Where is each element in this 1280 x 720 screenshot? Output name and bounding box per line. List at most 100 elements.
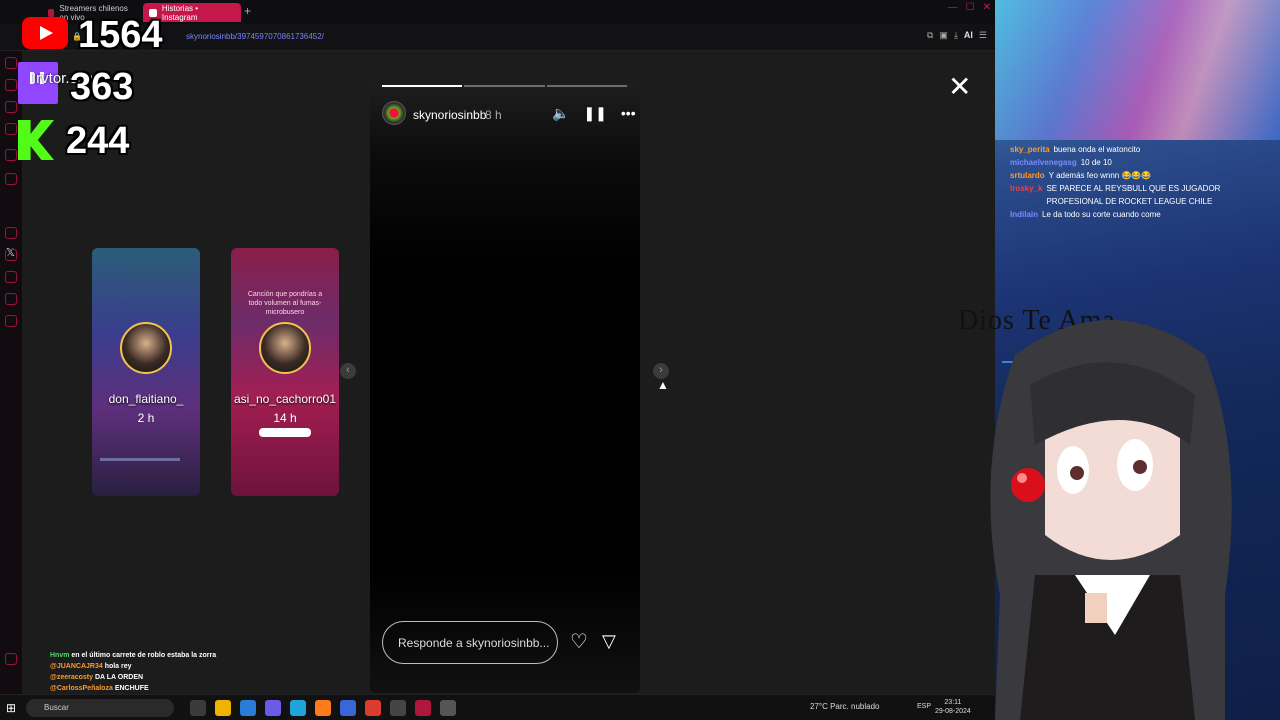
- story-progress-segment: [382, 85, 463, 87]
- sidebar-app-icon[interactable]: [5, 271, 17, 283]
- story-progress-segment: [546, 85, 627, 87]
- maximize-icon[interactable]: ☐: [966, 2, 975, 13]
- chat-username: @JUANCAJR34: [50, 663, 103, 670]
- chat-text: 10 de 10: [1080, 158, 1112, 167]
- url-text[interactable]: skynoriosinbb/3974597070861736452/: [186, 32, 324, 41]
- story-card-time: 2 h: [137, 411, 155, 425]
- volume-icon[interactable]: 🔈: [552, 105, 569, 122]
- chat-username: @zeeracosty: [50, 674, 94, 681]
- youtube-viewer-count: 1564: [78, 14, 163, 56]
- chat-username: Hnvm: [50, 652, 70, 659]
- avatar: [120, 322, 172, 374]
- pause-icon[interactable]: ❚❚: [583, 105, 606, 122]
- more-options-icon[interactable]: •••: [621, 105, 636, 122]
- word-icon[interactable]: [340, 700, 356, 716]
- chat-message: @CarlossPeñaloza ENCHUFE: [50, 683, 280, 694]
- sidebar-settings-icon[interactable]: [5, 653, 17, 665]
- story-card-sticker: [259, 428, 311, 437]
- ai-button[interactable]: AI: [964, 30, 973, 41]
- kick-icon: [18, 120, 54, 160]
- chat-message: @JUANCAJR34 hola rey: [50, 661, 280, 672]
- new-tab-button[interactable]: +: [244, 4, 251, 18]
- app-icon[interactable]: [440, 700, 456, 716]
- chat-username: sky_perita: [1010, 145, 1050, 154]
- story-controls: 🔈 ❚❚ •••: [552, 105, 636, 122]
- chat-username: Indilain: [1010, 210, 1038, 219]
- chat-username: michaelvenegasg: [1010, 158, 1077, 167]
- active-story[interactable]: skynoriosinbb 8 h 🔈 ❚❚ ••• Responde a sk…: [370, 83, 640, 693]
- taskbar-search[interactable]: Buscar: [26, 699, 174, 717]
- story-avatar[interactable]: [382, 101, 406, 125]
- clock-time: 23:11: [944, 699, 962, 706]
- sidebar-app-icon[interactable]: [5, 293, 17, 305]
- clock[interactable]: 23:11 29-08-2024: [935, 698, 971, 716]
- taskbar-apps: [190, 700, 456, 716]
- chat-message: @zeeracosty DA LA ORDEN: [50, 672, 280, 683]
- story-card-time: 14 h: [273, 411, 297, 425]
- chat-username: @CarlossPeñaloza: [50, 685, 113, 692]
- taskbar: ⊞ Buscar 27°C Parc. nublado ESP 23:11 29…: [0, 694, 995, 720]
- sidebar-app-icon[interactable]: [5, 249, 17, 261]
- youtube-icon: [22, 17, 68, 49]
- chat-username: srtulardo: [1010, 171, 1045, 180]
- chat-text: buena onda el watoncito: [1053, 145, 1141, 154]
- firefox-icon[interactable]: [315, 700, 331, 716]
- reply-input[interactable]: Responde a skynoriosinbb...: [382, 621, 558, 664]
- kick-viewer-count: 244: [66, 120, 130, 162]
- stream-chat: sky_perita buena onda el watoncito michael…: [1010, 143, 1275, 221]
- chat-text: en el último carrete de roblo estaba la …: [71, 652, 217, 659]
- chat-message: Hnvm en el último carrete de roblo estab…: [50, 650, 280, 661]
- task-view-icon[interactable]: [190, 700, 206, 716]
- story-card[interactable]: don_flaitiano_ 2 h: [92, 248, 200, 496]
- viewer-counters: 1564 Irvtor.com 363 244: [0, 0, 200, 170]
- obs-icon[interactable]: [390, 700, 406, 716]
- next-story-button[interactable]: ›: [653, 363, 669, 379]
- send-icon[interactable]: ▽: [602, 631, 616, 652]
- minimize-icon[interactable]: —: [948, 2, 958, 13]
- chat-message: Indilain Le da todo su corte cuando come: [1010, 208, 1275, 221]
- windows-start-icon[interactable]: ⊞: [6, 701, 16, 715]
- twitch-viewer-count: 363: [70, 66, 134, 108]
- vtuber-avatar: [990, 320, 1232, 720]
- story-username[interactable]: skynoriosinbb: [413, 108, 486, 122]
- opera-gx-icon[interactable]: [415, 700, 431, 716]
- avatar: [259, 322, 311, 374]
- chat-text: Y además feo wnnn 😂😂😂: [1048, 171, 1152, 180]
- story-card-caption: Canción que pondrías a todo volumen al f…: [247, 291, 323, 316]
- story-card-caption-strip: [100, 458, 180, 461]
- weather-widget[interactable]: 27°C Parc. nublado: [810, 702, 879, 711]
- browser-toolbar: ⧉ ▣ ⤓ AI ☰: [927, 30, 987, 41]
- chat-message: sky_perita buena onda el watoncito: [1010, 143, 1275, 156]
- mouse-cursor-icon: ▲: [657, 378, 669, 392]
- wallet-icon[interactable]: ▣: [939, 30, 948, 41]
- close-window-icon[interactable]: ✕: [983, 2, 991, 13]
- story-card[interactable]: Canción que pondrías a todo volumen al f…: [231, 248, 339, 496]
- chat-text: Le da todo su corte cuando come: [1042, 210, 1161, 219]
- sidebar-app-icon[interactable]: [5, 315, 17, 327]
- chrome-icon[interactable]: [365, 700, 381, 716]
- chat-message: michaelvenegasg 10 de 10: [1010, 156, 1275, 169]
- chat-text: ENCHUFE: [114, 685, 149, 692]
- language-indicator[interactable]: ESP: [917, 703, 931, 710]
- file-explorer-icon[interactable]: [215, 700, 231, 716]
- chat-username: lrosky_k: [1010, 184, 1043, 193]
- background-art: [995, 0, 1280, 140]
- extensions-icon[interactable]: ⧉: [927, 30, 933, 41]
- chat-message: lrosky_k SE PARECE AL REYSBULL QUE ES JUG…: [1010, 182, 1275, 208]
- heart-icon[interactable]: ♡: [570, 629, 588, 654]
- chat-text: hola rey: [104, 663, 132, 670]
- story-time: 8 h: [485, 108, 502, 122]
- close-icon[interactable]: ✕: [948, 73, 971, 101]
- vscode-icon[interactable]: [240, 700, 256, 716]
- discord-icon[interactable]: [265, 700, 281, 716]
- edge-icon[interactable]: [290, 700, 306, 716]
- clock-date: 29-08-2024: [935, 708, 971, 715]
- previous-story-button[interactable]: ‹: [340, 363, 356, 379]
- menu-icon[interactable]: ☰: [979, 30, 987, 41]
- download-icon[interactable]: ⤓: [954, 30, 958, 41]
- sidebar-app-icon[interactable]: [5, 173, 17, 185]
- chat-text: DA LA ORDEN: [94, 674, 144, 681]
- sidebar-app-icon[interactable]: [5, 227, 17, 239]
- chat-text: SE PARECE AL REYSBULL QUE ES JUGADOR PRO…: [1046, 184, 1221, 206]
- story-progress: [382, 85, 627, 87]
